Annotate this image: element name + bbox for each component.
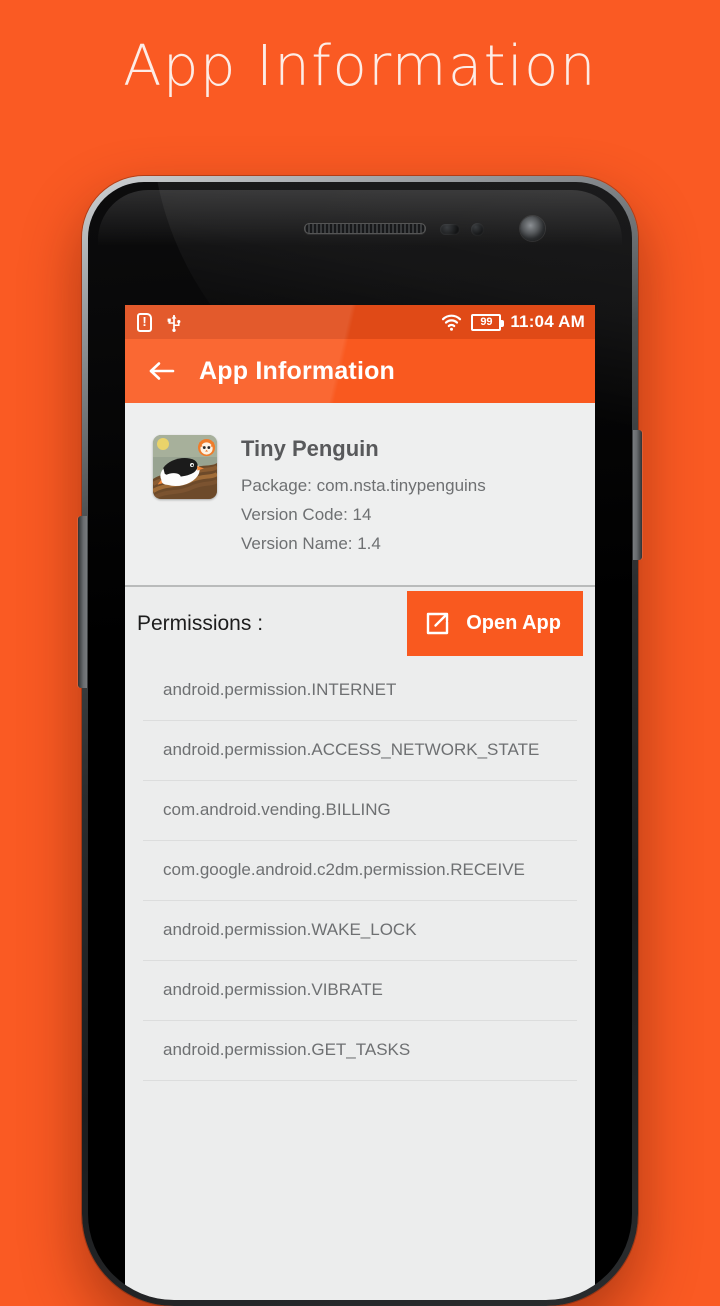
tiny-penguin-app-icon xyxy=(153,435,217,499)
permissions-list: android.permission.INTERNET android.perm… xyxy=(125,660,595,1081)
list-item[interactable]: android.permission.GET_TASKS xyxy=(143,1021,577,1081)
wifi-icon xyxy=(441,314,462,331)
app-bar: App Information xyxy=(125,339,595,403)
list-item[interactable]: com.android.vending.BILLING xyxy=(143,781,577,841)
app-version-code: Version Code: 14 xyxy=(241,505,372,525)
list-item[interactable]: android.permission.ACCESS_NETWORK_STATE xyxy=(143,721,577,781)
app-info-text-block: Tiny Penguin Package: com.nsta.tinypengu… xyxy=(241,435,486,559)
status-bar: 99 11:04 AM xyxy=(125,305,595,339)
proximity-sensor-icon xyxy=(440,224,460,235)
app-version-name: Version Name: 1.4 xyxy=(241,534,381,554)
battery-level-label: 99 xyxy=(480,316,493,328)
permissions-header: Permissions : Open App xyxy=(125,586,595,661)
phone-device-frame: 99 11:04 AM App Information xyxy=(78,176,642,1306)
app-name: Tiny Penguin xyxy=(241,436,379,461)
phone-screen: 99 11:04 AM App Information xyxy=(125,305,595,1300)
open-app-button-label: Open App xyxy=(466,612,561,635)
list-item[interactable]: android.permission.VIBRATE xyxy=(143,961,577,1021)
front-camera-icon xyxy=(520,216,545,241)
status-bar-right-icons: 99 11:04 AM xyxy=(441,312,585,332)
back-arrow-icon[interactable] xyxy=(147,356,177,386)
power-button[interactable] xyxy=(633,430,642,560)
app-bar-title: App Information xyxy=(199,356,396,385)
app-package: Package: com.nsta.tinypenguins xyxy=(241,476,486,495)
usb-icon xyxy=(166,312,182,332)
page-title: App Information xyxy=(123,34,597,99)
external-link-icon xyxy=(425,611,450,636)
list-item[interactable]: com.google.android.c2dm.permission.RECEI… xyxy=(143,841,577,901)
list-item[interactable]: android.permission.INTERNET xyxy=(143,661,577,721)
battery-status-icon: 99 xyxy=(471,313,505,331)
phone-front-glass: 99 11:04 AM App Information xyxy=(88,182,632,1300)
volume-rocker-button[interactable] xyxy=(78,516,87,688)
light-sensor-icon xyxy=(471,223,484,236)
status-bar-clock: 11:04 AM xyxy=(510,312,585,331)
earpiece-speaker-grille xyxy=(304,223,426,234)
permissions-title: Permissions : xyxy=(137,611,264,635)
list-item[interactable]: android.permission.WAKE_LOCK xyxy=(143,901,577,961)
app-info-card: Tiny Penguin Package: com.nsta.tinypengu… xyxy=(125,403,595,587)
open-app-button[interactable]: Open App xyxy=(407,591,583,657)
sim-card-alert-icon xyxy=(137,312,152,332)
status-bar-left-icons xyxy=(137,312,182,332)
